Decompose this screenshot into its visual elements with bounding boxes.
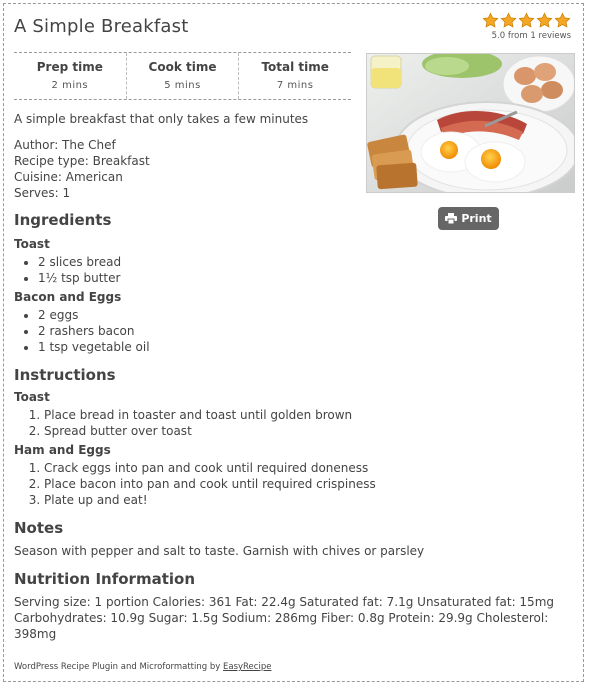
author: Author: The Chef [14,138,116,152]
instruction-group-title: Toast [14,390,50,404]
footer-credit: WordPress Recipe Plugin and Microformatt… [14,662,271,672]
cuisine: Cuisine: American [14,170,123,184]
instruction-step: Place bread in toaster and toast until g… [44,407,574,423]
ingredient-list: 2 slices bread 1½ tsp butter [14,254,574,286]
footer-prefix: WordPress Recipe Plugin and Microformatt… [14,662,223,672]
recipe-type: Recipe type: Breakfast [14,154,150,168]
ingredient-item: 2 rashers bacon [38,323,574,339]
recipe-meta: Author: The Chef Recipe type: Breakfast … [14,137,150,201]
time-value: 5 mins [164,80,201,91]
nutrition-heading: Nutrition Information [14,570,195,588]
star-icon[interactable] [554,12,571,29]
recipe-card: A Simple Breakfast 5.0 from 1 reviews Pr… [3,3,584,682]
ingredient-group-title: Toast [14,237,50,251]
time-label: Total time [261,60,329,74]
ingredient-item: 2 slices bread [38,254,574,270]
ingredient-group-title: Bacon and Eggs [14,290,122,304]
rating-stars[interactable] [482,12,571,29]
instruction-step: Plate up and eat! [44,492,574,508]
ingredient-list: 2 eggs 2 rashers bacon 1 tsp vegetable o… [14,307,574,355]
star-icon[interactable] [518,12,535,29]
rating-text: 5.0 from 1 reviews [491,31,571,41]
instruction-step: Spread butter over toast [44,423,574,439]
recipe-summary: A simple breakfast that only takes a few… [14,112,309,126]
nutrition-text: Serving size: 1 portion Calories: 361 Fa… [14,595,554,641]
easyrecipe-link[interactable]: EasyRecipe [223,662,271,672]
time-value: 7 mins [276,80,314,91]
ingredients-heading: Ingredients [14,211,112,229]
instruction-step: Crack eggs into pan and cook until requi… [44,460,574,476]
breakfast-image [367,54,574,192]
time-label: Cook time [148,60,217,74]
instruction-step: Place bacon into pan and cook until requ… [44,476,574,492]
instruction-list: Place bread in toaster and toast until g… [14,407,574,439]
instruction-list: Crack eggs into pan and cook until requi… [14,460,574,508]
recipe-photo [366,53,575,193]
instructions-heading: Instructions [14,366,116,384]
total-time: Total time 7 mins [239,53,351,99]
star-icon[interactable] [500,12,517,29]
time-label: Prep time [36,60,103,74]
cook-time: Cook time 5 mins [127,53,240,99]
star-icon[interactable] [482,12,499,29]
ingredient-item: 1 tsp vegetable oil [38,339,574,355]
star-icon[interactable] [536,12,553,29]
times-table: Prep time 2 mins Cook time 5 mins Total … [14,52,351,100]
prep-time: Prep time 2 mins [14,53,127,99]
ingredient-item: 2 eggs [38,307,574,323]
notes-text: Season with pepper and salt to taste. Ga… [14,544,425,558]
time-value: 2 mins [51,80,89,91]
instruction-group-title: Ham and Eggs [14,443,111,457]
rating: 5.0 from 1 reviews [482,12,571,41]
notes-heading: Notes [14,519,64,537]
recipe-title: A Simple Breakfast [14,16,189,37]
ingredient-item: 1½ tsp butter [38,270,574,286]
serves: Serves: 1 [14,186,71,200]
recipe-body: Ingredients Toast 2 slices bread 1½ tsp … [14,211,574,642]
